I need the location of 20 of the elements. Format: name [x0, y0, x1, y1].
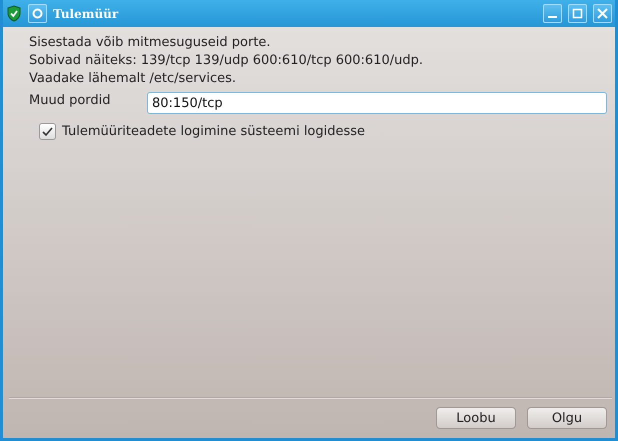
description-text: Sisestada võib mitmesuguseid porte.: [29, 34, 272, 52]
shield-icon: [6, 5, 22, 22]
description-text: Vaadake lähemalt /etc/services.: [29, 70, 237, 88]
checkbox-label: Tulemüüriteadete logimine süsteemi logidesse: [62, 124, 366, 139]
maximize-button[interactable]: [568, 4, 587, 23]
ports-field[interactable]: 80:150/tcp: [147, 92, 607, 114]
dialog-button[interactable]: Loobu: [436, 407, 516, 429]
close-icon: [597, 8, 608, 19]
window-title: Tulemüür: [53, 6, 120, 20]
dialog-button[interactable]: Olgu: [527, 407, 607, 429]
close-button[interactable]: [593, 4, 612, 23]
description-text: Sobivad näiteks: 139/tcp 139/udp 600:610/tcp 600:610/udp.: [29, 52, 424, 70]
checkmark-icon: [42, 126, 53, 136]
maximize-icon: [572, 8, 583, 19]
checkbox[interactable]: [39, 123, 56, 140]
ring-icon: [32, 8, 43, 19]
minimize-button[interactable]: [543, 4, 562, 23]
minimize-icon: [548, 16, 557, 18]
ports-label: Muud pordid: [29, 92, 112, 108]
app-menu-button[interactable]: [28, 4, 47, 23]
